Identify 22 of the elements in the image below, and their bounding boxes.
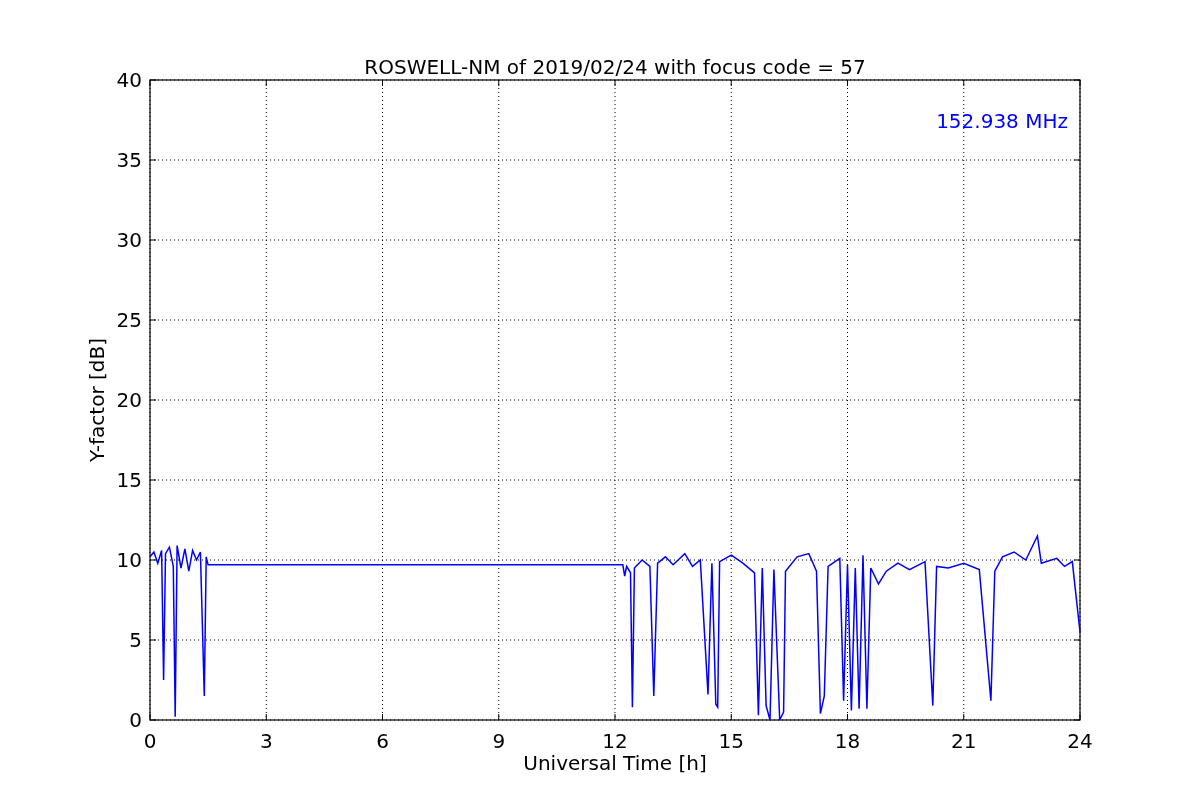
series-label: 152.938 MHz	[936, 109, 1068, 133]
tick-label: 15	[718, 729, 744, 753]
tick-label: 9	[492, 729, 506, 753]
tick-label: 0	[129, 708, 142, 732]
tick-label: 21	[951, 729, 977, 753]
tick-label: 25	[116, 308, 142, 332]
tick-label: 3	[259, 729, 273, 753]
tick-label: 30	[116, 228, 142, 252]
tick-label: 15	[116, 468, 142, 492]
tick-label: 10	[116, 548, 142, 572]
tick-label: 6	[376, 729, 389, 753]
tick-label: 5	[129, 628, 142, 652]
x-axis-label: Universal Time [h]	[523, 751, 707, 775]
tick-label: 24	[1067, 729, 1093, 753]
tick-label: 40	[116, 68, 142, 92]
y-axis-label: Y-factor [dB]	[85, 338, 109, 462]
tick-label: 35	[116, 148, 142, 172]
tick-label: 0	[143, 729, 157, 753]
chart-title: ROSWELL-NM of 2019/02/24 with focus code = 57	[364, 55, 866, 79]
tick-label: 12	[602, 729, 628, 753]
tick-label: 20	[116, 388, 142, 412]
tick-label: 18	[834, 729, 861, 753]
